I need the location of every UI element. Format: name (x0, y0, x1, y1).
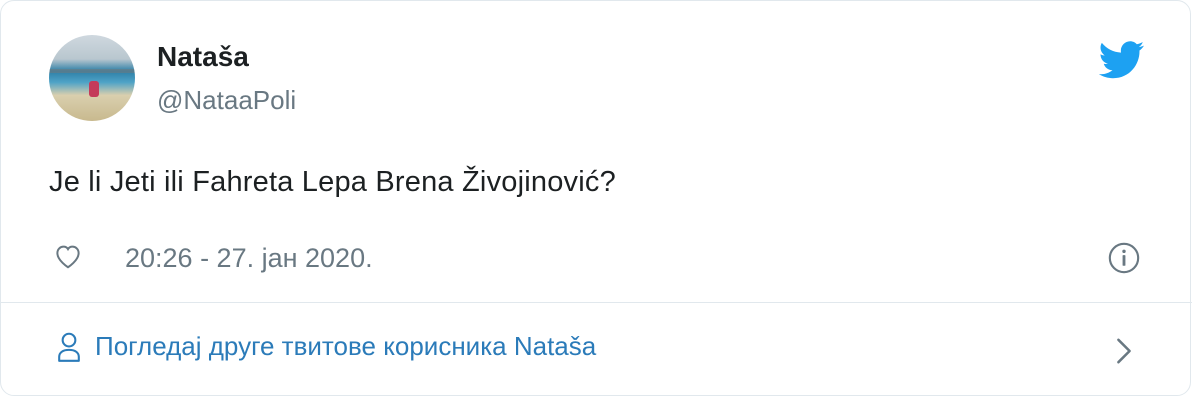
avatar-figure (89, 81, 99, 97)
author-handle[interactable]: @NataaPoli (157, 85, 296, 116)
info-icon[interactable] (1107, 241, 1141, 275)
twitter-bird-icon[interactable] (1099, 41, 1145, 79)
more-tweets-label: Погледај друге твитове корисника Nataša (95, 331, 597, 361)
author-name[interactable]: Nataša (157, 41, 249, 73)
tweet-timestamp[interactable]: 20:26 - 27. јан 2020. (125, 243, 373, 274)
user-icon (58, 332, 80, 362)
more-tweets-link[interactable]: Погледај друге твитове корисника Nataša (57, 331, 596, 362)
tweet-card: Nataša @NataaPoli Je li Jeti ili Fahreta… (0, 0, 1192, 396)
avatar-rail (49, 69, 135, 73)
footer-divider (1, 302, 1192, 303)
chevron-right-icon[interactable] (1115, 337, 1133, 365)
heart-icon[interactable] (53, 241, 83, 271)
avatar[interactable] (49, 35, 135, 121)
tweet-text: Je li Jeti ili Fahreta Lepa Brena Živoji… (49, 166, 616, 198)
